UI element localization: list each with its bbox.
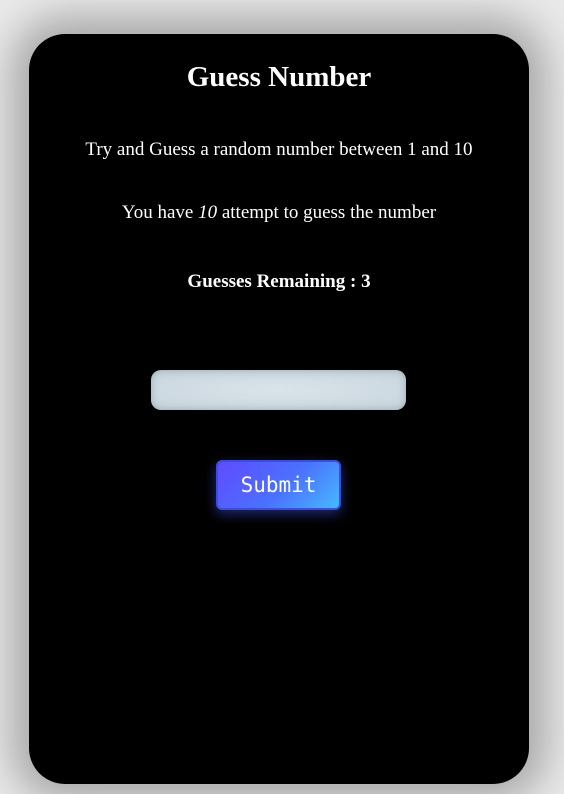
guess-input[interactable]: [151, 370, 406, 410]
instructions-text: Try and Guess a random number between 1 …: [85, 139, 473, 160]
guesses-remaining-value: 3: [361, 271, 371, 292]
submit-button[interactable]: Submit: [216, 460, 341, 510]
guesses-remaining: Guesses Remaining : 3: [29, 270, 529, 294]
attempts-prefix: You have: [121, 202, 199, 223]
attempts-text: You have 10 attempt to guess the number: [29, 201, 529, 225]
game-card: Guess Number Try and Guess a random numb…: [29, 34, 529, 784]
attempts-count: 10: [198, 202, 218, 223]
attempts-suffix: attempt to guess the number: [217, 202, 437, 223]
page-title: Guess Number: [186, 61, 372, 93]
guesses-remaining-label: Guesses Remaining :: [187, 271, 362, 292]
